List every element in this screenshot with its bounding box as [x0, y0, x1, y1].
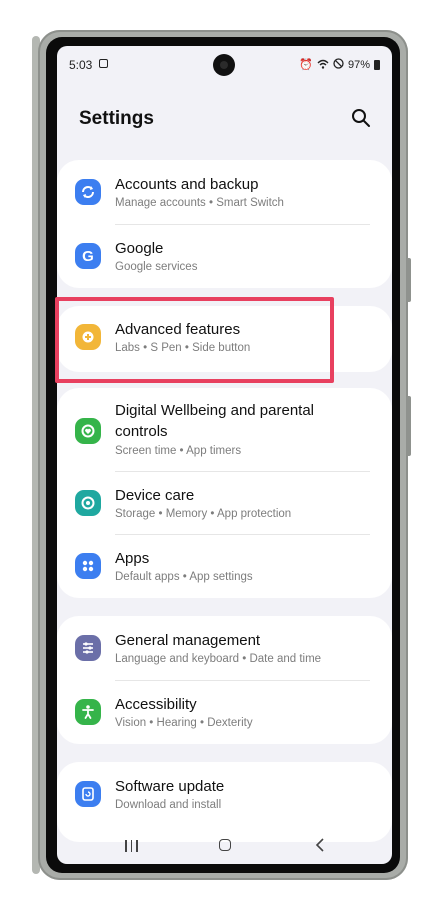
settings-item-subtitle: Manage accounts • Smart Switch — [115, 197, 284, 209]
sync-icon — [75, 179, 101, 205]
settings-item-subtitle: Download and install — [115, 799, 222, 811]
volume-button — [406, 258, 411, 302]
battery-level: 97% — [347, 59, 370, 71]
settings-item-google[interactable]: G Google Google services — [57, 226, 392, 286]
settings-item-general-management[interactable]: General management Language and keyboard… — [57, 618, 392, 678]
alarm-icon: ⏰ — [299, 59, 313, 71]
settings-item-apps[interactable]: Apps Default apps • App settings — [57, 536, 392, 596]
settings-item-subtitle: Screen time • App timers — [115, 445, 242, 457]
wellbeing-icon — [75, 418, 101, 444]
status-icons: ⏰ 97% — [299, 58, 380, 72]
sliders-icon — [75, 635, 101, 661]
settings-item-label-line2: controls — [115, 423, 168, 440]
back-icon[interactable] — [315, 837, 325, 858]
status-bar: 5:03 ⏰ 97% — [57, 46, 392, 82]
screen: 5:03 ⏰ 97% Settings Accounts and backup … — [57, 46, 392, 864]
apps-icon — [75, 553, 101, 579]
settings-item-label: Device care — [115, 487, 195, 504]
settings-item-subtitle: Storage • Memory • App protection — [115, 508, 292, 520]
settings-item-accessibility[interactable]: Accessibility Vision • Hearing • Dexteri… — [57, 682, 392, 742]
divider — [115, 534, 370, 535]
settings-item-device-care[interactable]: Device care Storage • Memory • App prote… — [57, 473, 392, 533]
status-time: 5:03 — [69, 58, 93, 72]
divider — [115, 471, 370, 472]
google-icon: G — [75, 243, 101, 269]
settings-item-subtitle: Google services — [115, 261, 198, 273]
recent-apps-icon[interactable] — [125, 840, 138, 852]
battery-icon — [374, 60, 380, 70]
device-care-icon — [75, 490, 101, 516]
front-camera — [213, 54, 235, 76]
divider — [115, 680, 370, 681]
settings-item-subtitle: Language and keyboard • Date and time — [115, 653, 322, 665]
divider — [115, 224, 370, 225]
software-update-icon — [75, 781, 101, 807]
settings-item-digital-wellbeing[interactable]: Digital Wellbeing and parental controls … — [57, 390, 392, 472]
settings-item-label: Apps — [115, 550, 150, 567]
page-title: Settings — [79, 108, 154, 129]
settings-item-software-update[interactable]: Software update Download and install — [57, 764, 392, 824]
search-icon[interactable] — [351, 108, 371, 128]
settings-item-subtitle: Vision • Hearing • Dexterity — [115, 717, 253, 729]
settings-item-label: Accessibility — [115, 696, 197, 713]
settings-item-label: General management — [115, 632, 261, 649]
settings-item-accounts-backup[interactable]: Accounts and backup Manage accounts • Sm… — [57, 162, 392, 222]
wifi-icon — [317, 59, 329, 72]
home-icon[interactable] — [219, 839, 231, 851]
settings-item-label: Digital Wellbeing and parental — [115, 402, 315, 419]
accessibility-icon — [75, 699, 101, 725]
gallery-notification-icon — [99, 59, 108, 68]
settings-item-subtitle: Default apps • App settings — [115, 571, 253, 583]
settings-item-label: Accounts and backup — [115, 176, 259, 193]
highlight-box — [55, 297, 334, 383]
side-button — [406, 396, 411, 456]
navigation-bar — [57, 826, 392, 864]
settings-item-label: Google — [115, 240, 164, 257]
do-not-disturb-icon — [333, 58, 344, 72]
settings-item-label: Software update — [115, 778, 225, 795]
